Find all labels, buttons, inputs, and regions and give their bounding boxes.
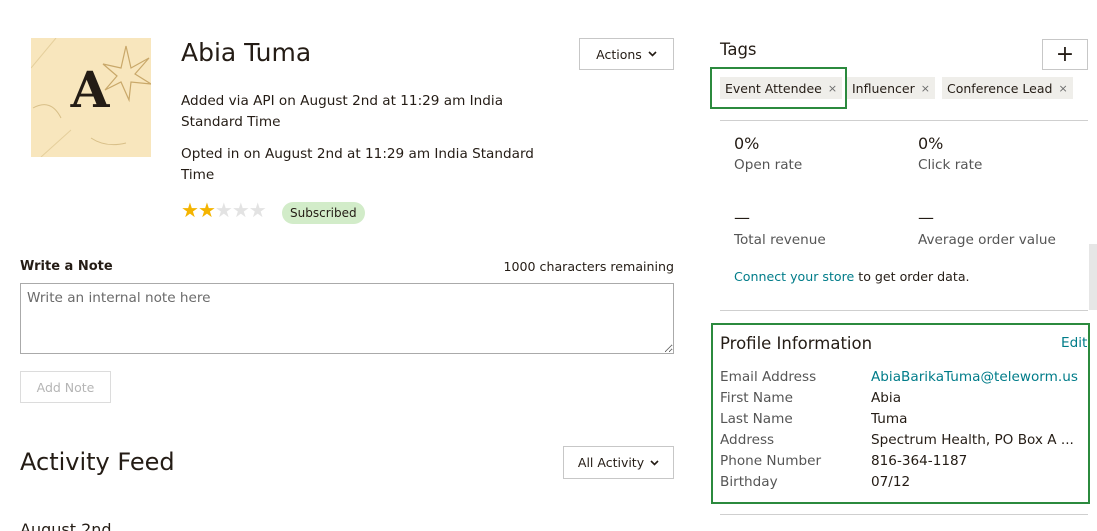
remove-tag-icon[interactable]: × [921,82,930,95]
profile-field-label: Email Address [720,369,817,385]
connect-store-suffix: to get order data. [854,269,970,284]
note-label: Write a Note [20,259,113,274]
edit-profile-link[interactable]: Edit [1061,335,1087,351]
highlight-frame [710,67,847,109]
opted-in-info: Opted in on August 2nd at 11:29 am India… [181,146,534,183]
profile-birthday-value: 07/12 [871,474,911,490]
chevron-down-icon [648,51,657,57]
star-icon[interactable]: ★ [249,200,267,222]
divider [720,514,1088,515]
open-rate-value: 0% [734,134,760,153]
click-rate-value: 0% [918,134,944,153]
tags-title: Tags [720,40,757,59]
connect-store-text: Connect your store to get order data. [734,269,970,284]
average-order-label: Average order value [918,232,1056,248]
scrollbar[interactable] [1089,244,1097,310]
profile-field-label: Last Name [720,411,793,427]
remove-tag-icon[interactable]: × [1058,82,1067,95]
add-tag-button[interactable]: + [1042,39,1088,70]
divider [720,120,1088,121]
avatar: A [31,38,151,157]
tag-label: Influencer [852,80,915,96]
activity-filter-dropdown[interactable]: All Activity [563,446,674,479]
contact-name: Abia Tuma [181,38,312,67]
profile-email-value[interactable]: AbiaBarikaTuma@teleworm.us [871,369,1078,385]
total-revenue-value: — [734,208,750,227]
chevron-down-icon [650,459,659,466]
note-textarea[interactable] [20,283,674,354]
profile-field-label: Birthday [720,474,778,490]
profile-last-name-value: Tuma [871,411,908,427]
star-rating[interactable]: ★★★★★ [181,200,267,222]
click-rate-label: Click rate [918,157,983,173]
star-icon[interactable]: ★ [198,200,216,222]
connect-store-link[interactable]: Connect your store [734,269,854,284]
profile-phone-value: 816-364-1187 [871,453,968,469]
profile-first-name-value: Abia [871,390,902,406]
profile-field-label: First Name [720,390,794,406]
actions-button[interactable]: Actions [579,38,674,70]
status-badge: Subscribed [282,202,365,224]
activity-filter-label: All Activity [577,455,645,470]
added-info: Added via API on August 2nd at 11:29 am … [181,93,504,130]
tag-label: Conference Lead [947,80,1053,96]
total-revenue-label: Total revenue [734,232,826,248]
add-note-button[interactable]: Add Note [20,371,111,403]
activity-feed-title: Activity Feed [20,448,175,476]
chars-remaining: 1000 characters remaining [503,259,674,274]
profile-title: Profile Information [720,334,873,353]
open-rate-label: Open rate [734,157,803,173]
tag-chip[interactable]: Influencer × [847,77,935,99]
profile-field-label: Address [720,432,775,448]
tag-chip[interactable]: Conference Lead × [942,77,1073,99]
star-icon[interactable]: ★ [232,200,250,222]
divider [720,310,1088,311]
actions-label: Actions [596,46,642,62]
activity-date-heading: August 2nd [20,520,112,531]
avatar-letter: A [70,60,110,119]
average-order-value: — [918,208,934,227]
star-icon[interactable]: ★ [181,200,199,222]
profile-address-value: Spectrum Health, PO Box A ... [871,432,1074,448]
profile-field-label: Phone Number [720,453,822,469]
star-icon[interactable]: ★ [215,200,233,222]
